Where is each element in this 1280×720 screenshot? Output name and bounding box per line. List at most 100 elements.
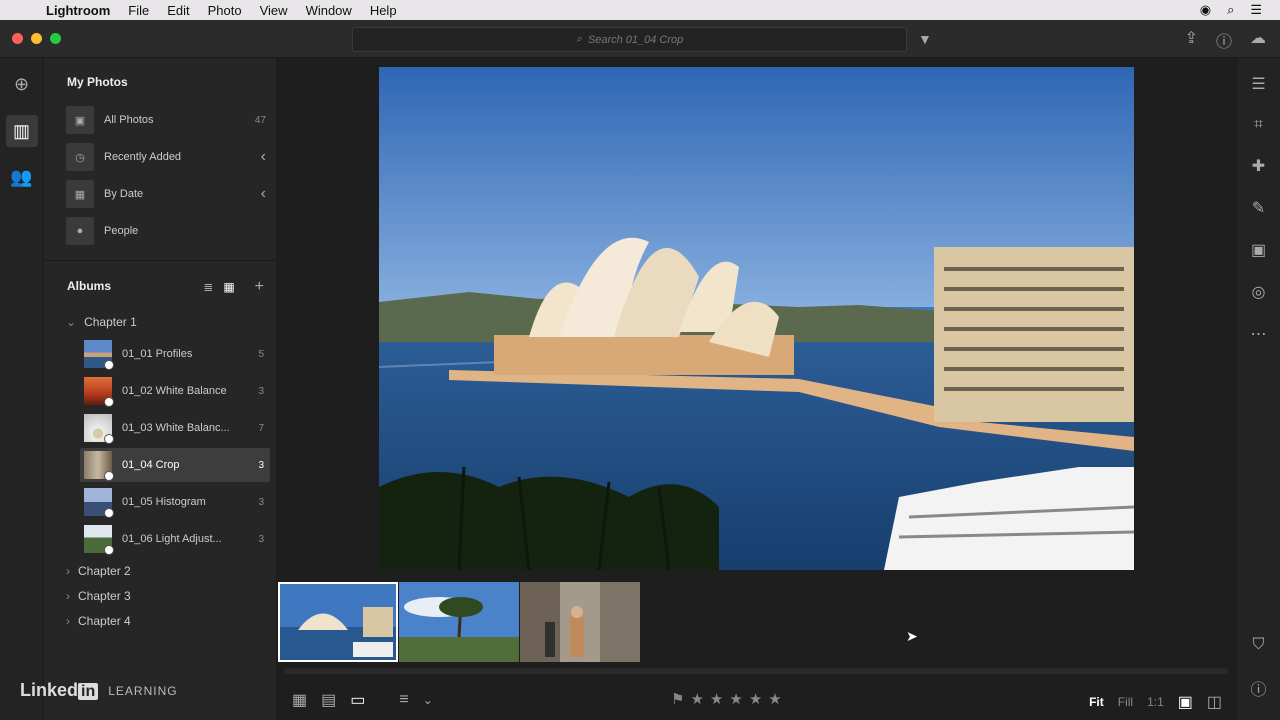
zoom-window-button[interactable] xyxy=(50,33,61,44)
nav-all-photos[interactable]: ▣ All Photos 47 xyxy=(66,105,266,135)
photo-icon: ▣ xyxy=(66,106,94,134)
creative-cloud-icon[interactable]: ◉ xyxy=(1200,2,1211,18)
chapter-label: Chapter 4 xyxy=(78,614,131,628)
album-01-05[interactable]: 01_05 Histogram 3 xyxy=(80,485,270,519)
search-icon: ⌕ xyxy=(575,33,582,45)
notification-center-icon[interactable]: ☰ xyxy=(1250,2,1262,18)
list-view-icon[interactable]: ≣ xyxy=(203,280,213,294)
album-thumbnail xyxy=(84,414,114,444)
zoom-fit-button[interactable]: Fit xyxy=(1089,695,1104,709)
chapter-label: Chapter 2 xyxy=(78,564,131,578)
menu-app-name[interactable]: Lightroom xyxy=(46,3,110,18)
star-icon[interactable]: ★ xyxy=(749,690,762,708)
menu-edit[interactable]: Edit xyxy=(167,3,189,18)
main-view: ▦ ▤ ▭ ≡ ⌄ ⚑ ★ ★ ★ ★ ★ Fit Fill 1:1 ▣ ◫ xyxy=(276,58,1236,720)
edit-sliders-icon[interactable]: ☰ xyxy=(1251,74,1265,94)
nav-by-date[interactable]: ▦ By Date ‹ xyxy=(66,179,266,209)
square-grid-view-icon[interactable]: ▦ xyxy=(292,690,307,710)
menu-photo[interactable]: Photo xyxy=(208,3,242,18)
filmstrip-thumbnail[interactable] xyxy=(399,582,519,662)
filmstrip xyxy=(276,582,1236,664)
album-label: 01_06 Light Adjust... xyxy=(122,533,222,545)
calendar-icon: ▦ xyxy=(66,180,94,208)
share-icon[interactable]: ⇪ xyxy=(1185,28,1198,52)
chevron-right-icon: › xyxy=(66,614,70,628)
linear-gradient-icon[interactable]: ▣ xyxy=(1251,240,1266,260)
info-icon[interactable]: ⓘ xyxy=(1250,676,1266,700)
healing-brush-icon[interactable]: ✚ xyxy=(1252,156,1265,176)
album-01-02[interactable]: 01_02 White Balance 3 xyxy=(80,374,270,408)
star-icon[interactable]: ★ xyxy=(710,690,723,708)
album-01-06[interactable]: 01_06 Light Adjust... 3 xyxy=(80,522,270,556)
menu-help[interactable]: Help xyxy=(370,3,397,18)
albums-title: Albums xyxy=(67,279,112,293)
nav-recently-added[interactable]: ◷ Recently Added ‹ xyxy=(66,142,266,172)
radial-gradient-icon[interactable]: ◎ xyxy=(1252,282,1266,302)
album-01-01[interactable]: 01_01 Profiles 5 xyxy=(80,337,270,371)
chapter-4[interactable]: › Chapter 4 xyxy=(66,614,131,628)
photo-grid-view-icon[interactable]: ▤ xyxy=(321,690,336,710)
menu-view[interactable]: View xyxy=(260,3,288,18)
logo-linked: Linked xyxy=(20,680,79,700)
compare-view-icon[interactable]: ◫ xyxy=(1207,692,1222,712)
album-thumbnail xyxy=(84,377,114,407)
filter-icon[interactable]: ▼ xyxy=(918,31,932,47)
crop-icon[interactable]: ⌗ xyxy=(1254,116,1263,134)
chapter-1[interactable]: ⌄ Chapter 1 xyxy=(66,315,137,329)
right-rail: ☰ ⌗ ✚ ✎ ▣ ◎ ⋯ ⛉ ⓘ xyxy=(1236,58,1280,720)
chapter-label: Chapter 1 xyxy=(84,315,137,329)
keyword-tag-icon[interactable]: ⛉ xyxy=(1252,636,1264,654)
grid-view-icon[interactable]: ▦ xyxy=(223,280,234,294)
zoom-fill-button[interactable]: Fill xyxy=(1118,695,1133,709)
star-icon[interactable]: ★ xyxy=(768,690,781,708)
sort-icon[interactable]: ≡ xyxy=(399,691,408,709)
thumbnail-image xyxy=(520,582,640,662)
nav-people[interactable]: ● People xyxy=(66,216,266,246)
left-rail: ⊕ ▥ 👥 xyxy=(0,58,44,720)
chevron-right-icon: › xyxy=(66,564,70,578)
filmstrip-toggle-icon[interactable]: ▣ xyxy=(1178,692,1193,712)
album-01-04[interactable]: 01_04 Crop 3 xyxy=(80,448,270,482)
detail-view-icon[interactable]: ▭ xyxy=(350,690,365,710)
album-thumbnail xyxy=(84,488,114,518)
chevron-left-icon[interactable]: ‹ xyxy=(261,185,266,203)
rating-stars[interactable]: ⚑ ★ ★ ★ ★ ★ xyxy=(671,690,782,708)
minimize-window-button[interactable] xyxy=(31,33,42,44)
chapter-3[interactable]: › Chapter 3 xyxy=(66,589,131,603)
close-window-button[interactable] xyxy=(12,33,23,44)
nav-label: All Photos xyxy=(104,114,154,126)
nav-label: By Date xyxy=(104,188,144,200)
add-album-icon[interactable]: + xyxy=(255,278,264,296)
brush-icon[interactable]: ✎ xyxy=(1252,198,1265,218)
menu-bar: Lightroom File Edit Photo View Window He… xyxy=(0,0,1280,20)
star-icon[interactable]: ★ xyxy=(690,690,703,708)
flag-icon[interactable]: ⚑ xyxy=(671,690,684,708)
chapter-2[interactable]: › Chapter 2 xyxy=(66,564,131,578)
filmstrip-thumbnail[interactable] xyxy=(278,582,398,662)
album-01-03[interactable]: 01_03 White Balanc... 7 xyxy=(80,411,270,445)
spotlight-search-icon[interactable]: ⌕ xyxy=(1227,2,1234,18)
logo-in: in xyxy=(78,683,99,700)
filmstrip-scrollbar[interactable] xyxy=(284,668,1228,674)
add-photos-icon[interactable]: ⊕ xyxy=(14,74,29,95)
chevron-down-icon[interactable]: ⌄ xyxy=(423,693,433,707)
synced-check-icon xyxy=(104,545,114,555)
menu-window[interactable]: Window xyxy=(306,3,352,18)
zoom-1to1-button[interactable]: 1:1 xyxy=(1147,695,1164,709)
more-icon[interactable]: ⋯ xyxy=(1251,324,1267,344)
star-icon[interactable]: ★ xyxy=(729,690,742,708)
cloud-sync-icon[interactable]: ☁ xyxy=(1250,28,1266,52)
help-icon[interactable]: ⓘ xyxy=(1216,28,1232,52)
chevron-left-icon[interactable]: ‹ xyxy=(261,148,266,166)
search-input[interactable]: ⌕ Search 01_04 Crop xyxy=(352,27,907,52)
album-count: 3 xyxy=(258,459,264,471)
title-bar: ⌕ Search 01_04 Crop ▼ ⇪ ⓘ ☁ xyxy=(0,20,1280,58)
menu-file[interactable]: File xyxy=(128,3,149,18)
shared-icon[interactable]: 👥 xyxy=(10,167,32,188)
synced-check-icon xyxy=(104,360,114,370)
album-count: 3 xyxy=(258,533,264,545)
filmstrip-thumbnail[interactable] xyxy=(520,582,640,662)
album-count: 3 xyxy=(258,496,264,508)
main-photo[interactable] xyxy=(379,67,1134,570)
library-icon[interactable]: ▥ xyxy=(5,115,38,147)
